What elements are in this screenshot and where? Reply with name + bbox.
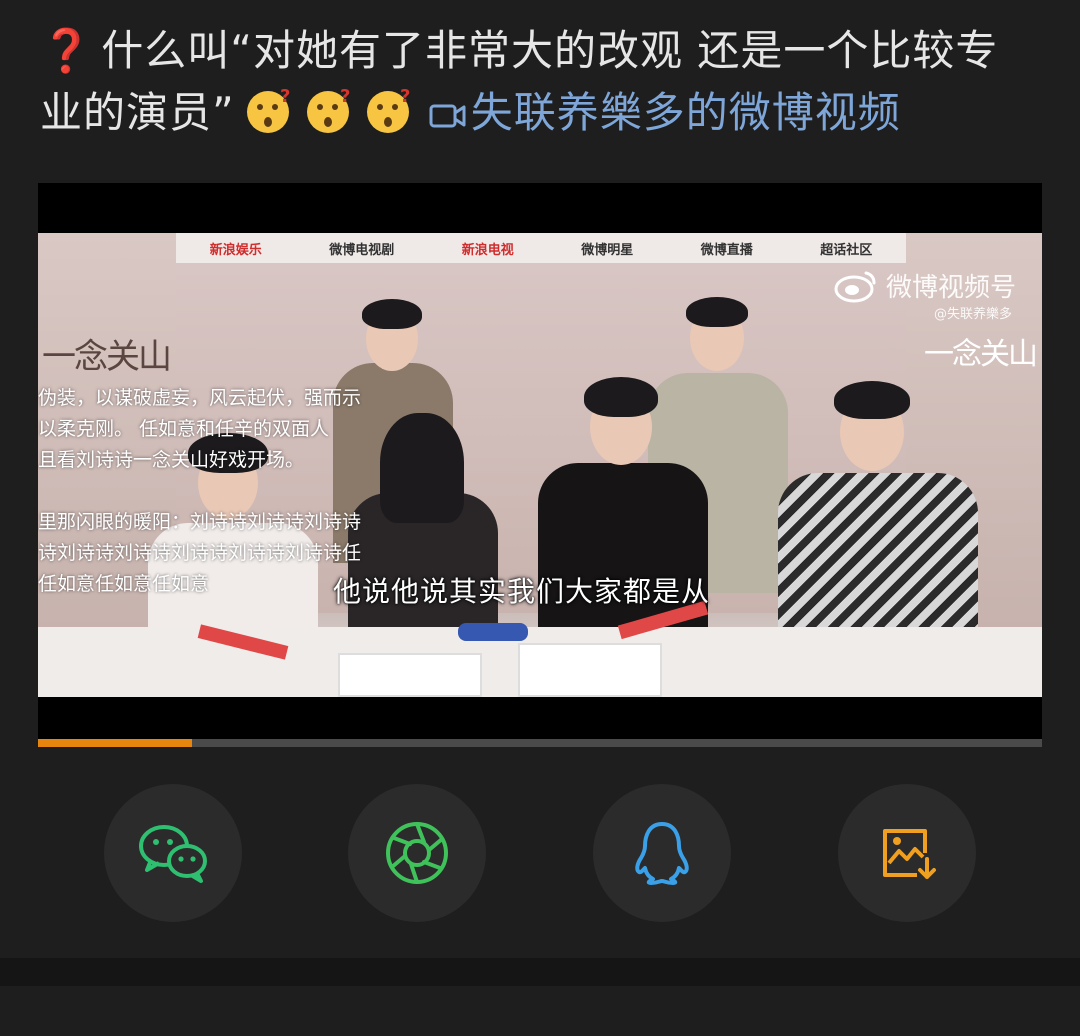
- show-title-right: 一念关山: [924, 337, 1038, 372]
- sponsor-logo: 微博直播: [700, 242, 753, 258]
- question-mark-icon: ❓: [40, 26, 94, 75]
- sponsor-logo: 新浪电视: [461, 242, 514, 258]
- share-wechat-button[interactable]: [104, 784, 242, 922]
- danmaku-overlay: 伪装，以谋破虚妄，风云起伏，强而示 以柔克刚。 任如意和任辛的双面人 且看刘诗诗…: [38, 387, 362, 595]
- save-image-icon: [883, 829, 936, 879]
- sponsor-bar: 新浪娱乐 微博电视剧 新浪电视 微博明星 微博直播 超话社区: [176, 233, 906, 263]
- sponsor-logo: 新浪娱乐: [209, 242, 262, 258]
- section-divider: [0, 958, 1080, 986]
- svg-text:?: ?: [280, 86, 291, 107]
- moments-shutter-icon: [386, 822, 448, 884]
- sponsor-logo: 微博电视剧: [329, 242, 395, 258]
- video-camera-icon: [429, 86, 467, 148]
- sponsor-logo: 微博明星: [581, 242, 634, 258]
- watermark-handle: @失联养樂多: [933, 307, 1012, 322]
- share-row: [0, 784, 1080, 924]
- thinking-face-icon: ?: [365, 85, 415, 135]
- progress-fill: [38, 739, 192, 747]
- share-qq-button[interactable]: [593, 784, 731, 922]
- save-image-button[interactable]: [838, 784, 976, 922]
- wechat-icon: [139, 825, 207, 883]
- show-title-left: 一念关山: [42, 337, 172, 377]
- weibo-watermark: 微博视频号: [834, 267, 1016, 304]
- page: ❓ 什么叫“对她有了非常大的改观 还是一个比较专业的演员” ? ? ? 失联养樂多…: [0, 0, 1080, 1036]
- svg-text:?: ?: [340, 86, 351, 107]
- sponsor-logo: 超话社区: [820, 242, 873, 258]
- svg-text:?: ?: [400, 86, 411, 107]
- microphones: [197, 600, 758, 697]
- watermark-label: 微博视频号: [885, 273, 1016, 303]
- person-seated-right: [778, 373, 978, 633]
- post-text: ❓ 什么叫“对她有了非常大的改观 还是一个比较专业的演员” ? ? ? 失联养樂多…: [40, 20, 1040, 148]
- weibo-logo-icon: [834, 271, 876, 302]
- video-link-label: 失联养樂多的微博视频: [470, 88, 901, 137]
- qq-penguin-icon: [635, 822, 689, 885]
- video-player[interactable]: 一念关山 一念关山 新浪娱乐 微博电视剧 新浪电视 微博明星 微博直播 超话社区: [38, 183, 1042, 747]
- video-subtitle: 他说他说其实我们大家都是从: [333, 575, 711, 608]
- video-frame[interactable]: 一念关山 一念关山 新浪娱乐 微博电视剧 新浪电视 微博明星 微博直播 超话社区: [38, 233, 1042, 697]
- video-link[interactable]: 失联养樂多的微博视频: [429, 88, 901, 137]
- progress-bar[interactable]: [38, 739, 1042, 747]
- bottom-stats-bar: [0, 986, 1080, 1036]
- thinking-face-icon: ?: [305, 85, 355, 135]
- share-moments-button[interactable]: [348, 784, 486, 922]
- thinking-face-icon: ?: [245, 85, 295, 135]
